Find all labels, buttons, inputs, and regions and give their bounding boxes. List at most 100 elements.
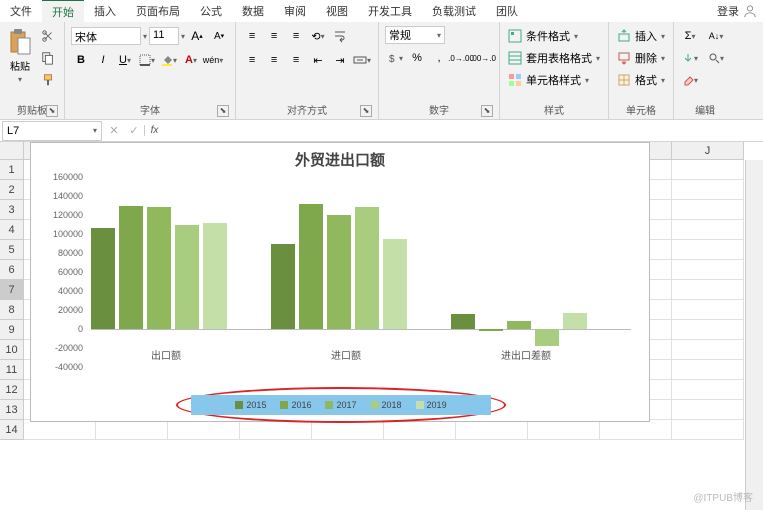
tab-loadtest[interactable]: 负载测试 bbox=[422, 0, 486, 22]
row-header[interactable]: 4 bbox=[0, 220, 24, 240]
legend-item[interactable]: 2015 bbox=[235, 400, 266, 410]
cell[interactable] bbox=[384, 420, 456, 440]
embedded-chart[interactable]: 外贸进出口额 -40000-20000020000400006000080000… bbox=[30, 142, 650, 422]
merge-button[interactable]: ▾ bbox=[352, 50, 372, 70]
chart-bar[interactable] bbox=[203, 223, 227, 329]
chart-bar[interactable] bbox=[451, 314, 475, 329]
shrink-font-button[interactable]: A▾ bbox=[209, 26, 229, 46]
chart-bar[interactable] bbox=[271, 244, 295, 330]
cell-styles-button[interactable]: 单元格样式▾ bbox=[506, 70, 602, 90]
delete-cells-button[interactable]: 删除▾ bbox=[615, 48, 667, 68]
number-launcher[interactable]: ⬊ bbox=[481, 105, 493, 117]
fx-cancel[interactable]: ✕ bbox=[104, 124, 124, 137]
cut-button[interactable] bbox=[38, 26, 58, 46]
chart-bar[interactable] bbox=[299, 204, 323, 329]
cell[interactable] bbox=[672, 160, 744, 180]
align-bottom-button[interactable]: ≡ bbox=[286, 26, 306, 46]
font-launcher[interactable]: ⬊ bbox=[217, 105, 229, 117]
column-header[interactable]: J bbox=[672, 142, 744, 160]
cell[interactable] bbox=[96, 420, 168, 440]
row-header[interactable]: 13 bbox=[0, 400, 24, 420]
align-right-button[interactable]: ≡ bbox=[286, 50, 306, 70]
align-top-button[interactable]: ≡ bbox=[242, 26, 262, 46]
fill-button[interactable]: ▾ bbox=[680, 48, 700, 68]
legend-item[interactable]: 2018 bbox=[371, 400, 402, 410]
cell[interactable] bbox=[672, 320, 744, 340]
format-painter-button[interactable] bbox=[38, 70, 58, 90]
legend-item[interactable]: 2017 bbox=[325, 400, 356, 410]
align-middle-button[interactable]: ≡ bbox=[264, 26, 284, 46]
tab-view[interactable]: 视图 bbox=[316, 0, 358, 22]
cell[interactable] bbox=[672, 280, 744, 300]
percent-button[interactable]: % bbox=[407, 48, 427, 68]
cell[interactable] bbox=[672, 220, 744, 240]
cell[interactable] bbox=[312, 420, 384, 440]
fx-ok[interactable]: ✓ bbox=[124, 124, 144, 137]
cell[interactable] bbox=[672, 380, 744, 400]
cell[interactable] bbox=[672, 300, 744, 320]
row-header[interactable]: 8 bbox=[0, 300, 24, 320]
cell[interactable] bbox=[672, 200, 744, 220]
orientation-button[interactable]: ⟲▾ bbox=[308, 26, 328, 46]
clear-button[interactable]: ▾ bbox=[680, 70, 700, 90]
chart-bar[interactable] bbox=[507, 321, 531, 329]
cell[interactable] bbox=[168, 420, 240, 440]
align-left-button[interactable]: ≡ bbox=[242, 50, 262, 70]
underline-button[interactable]: U▾ bbox=[115, 50, 135, 70]
tab-file[interactable]: 文件 bbox=[0, 0, 42, 22]
tab-home[interactable]: 开始 bbox=[42, 0, 84, 23]
font-color-button[interactable]: A▾ bbox=[181, 50, 201, 70]
border-button[interactable]: ▾ bbox=[137, 50, 157, 70]
chart-bar[interactable] bbox=[119, 206, 143, 330]
row-header[interactable]: 12 bbox=[0, 380, 24, 400]
chart-bar[interactable] bbox=[355, 207, 379, 329]
chart-bar[interactable] bbox=[535, 329, 559, 346]
cell[interactable] bbox=[672, 400, 744, 420]
cell[interactable] bbox=[600, 420, 672, 440]
bold-button[interactable]: B bbox=[71, 50, 91, 70]
tab-insert[interactable]: 插入 bbox=[84, 0, 126, 22]
cell[interactable] bbox=[672, 260, 744, 280]
cell[interactable] bbox=[24, 420, 96, 440]
comma-button[interactable]: , bbox=[429, 48, 449, 68]
tab-review[interactable]: 审阅 bbox=[274, 0, 316, 22]
cell[interactable] bbox=[672, 420, 744, 440]
tab-data[interactable]: 数据 bbox=[232, 0, 274, 22]
row-header[interactable]: 1 bbox=[0, 160, 24, 180]
find-button[interactable]: ▾ bbox=[702, 48, 730, 68]
cell[interactable] bbox=[240, 420, 312, 440]
row-header[interactable]: 14 bbox=[0, 420, 24, 440]
chart-legend[interactable]: 2015 2016 2017 2018 2019 bbox=[191, 395, 491, 415]
tab-developer[interactable]: 开发工具 bbox=[358, 0, 422, 22]
cell[interactable] bbox=[672, 180, 744, 200]
cell[interactable] bbox=[456, 420, 528, 440]
number-format-select[interactable]: 常规▾ bbox=[385, 26, 445, 44]
row-header[interactable]: 7 bbox=[0, 280, 24, 300]
row-header[interactable]: 9 bbox=[0, 320, 24, 340]
align-center-button[interactable]: ≡ bbox=[264, 50, 284, 70]
chart-bar[interactable] bbox=[563, 313, 587, 329]
phonetic-button[interactable]: wén▾ bbox=[203, 50, 223, 70]
font-size-select[interactable]: 11 bbox=[149, 27, 179, 45]
chart-bar[interactable] bbox=[147, 207, 171, 329]
align-launcher[interactable]: ⬊ bbox=[360, 105, 372, 117]
insert-cells-button[interactable]: 插入▾ bbox=[615, 26, 667, 46]
select-all-corner[interactable] bbox=[0, 142, 24, 160]
inc-decimal-button[interactable]: .0→.00 bbox=[451, 48, 471, 68]
chart-bar[interactable] bbox=[479, 329, 503, 331]
italic-button[interactable]: I bbox=[93, 50, 113, 70]
cond-format-button[interactable]: 条件格式▾ bbox=[506, 26, 602, 46]
legend-item[interactable]: 2016 bbox=[280, 400, 311, 410]
row-header[interactable]: 2 bbox=[0, 180, 24, 200]
chart-bar[interactable] bbox=[383, 239, 407, 329]
tab-layout[interactable]: 页面布局 bbox=[126, 0, 190, 22]
currency-button[interactable]: $▾ bbox=[385, 48, 405, 68]
indent-inc-button[interactable]: ⇥ bbox=[330, 50, 350, 70]
paste-button[interactable]: 粘贴 ▾ bbox=[6, 26, 34, 100]
grow-font-button[interactable]: A▴ bbox=[187, 26, 207, 46]
format-table-button[interactable]: 套用表格格式▾ bbox=[506, 48, 602, 68]
vertical-scrollbar[interactable] bbox=[745, 160, 763, 510]
autosum-button[interactable]: Σ▾ bbox=[680, 26, 700, 46]
legend-item[interactable]: 2019 bbox=[416, 400, 447, 410]
font-name-select[interactable]: 宋体 bbox=[71, 27, 141, 45]
